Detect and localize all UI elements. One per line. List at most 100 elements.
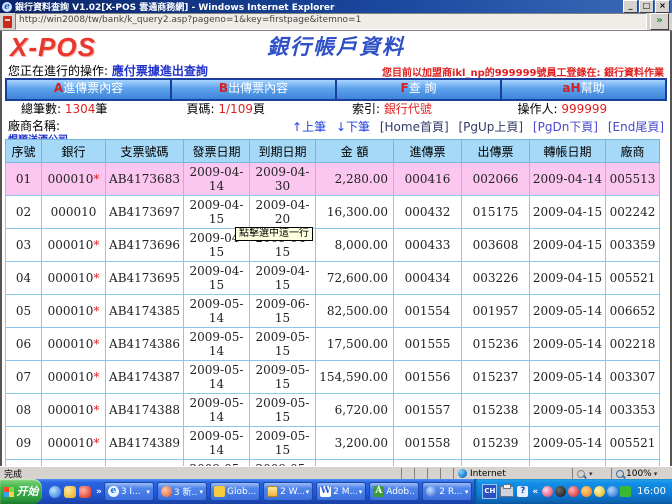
- row-select-tooltip: 點擊選中這一行: [235, 227, 313, 241]
- tab-query[interactable]: F查 詢: [337, 80, 500, 99]
- modified-flag: *: [93, 436, 99, 450]
- cell-seq: 05: [6, 295, 42, 328]
- taskbar-button[interactable]: AAdob...: [369, 482, 419, 501]
- taskbar-clock[interactable]: 16:00: [637, 486, 666, 497]
- cell-due-date: 2009-05-15: [250, 361, 316, 394]
- start-button[interactable]: 开始: [0, 479, 42, 504]
- cell-amount: 2,280.00: [316, 163, 394, 196]
- taskbar-button[interactable]: W2 M...▾: [316, 482, 366, 501]
- cell-vendor: 005521: [606, 427, 660, 460]
- status-panel: [440, 468, 453, 479]
- column-header: 到期日期: [250, 140, 316, 163]
- cell-in-voucher: 001557: [394, 394, 462, 427]
- orange-flame-icon[interactable]: [581, 486, 592, 497]
- taskbar-button[interactable]: Glob...: [210, 482, 260, 501]
- zoom-control[interactable]: 100% ▾: [611, 468, 672, 479]
- taskbar-button[interactable]: e3 I...▾: [104, 482, 154, 501]
- yellow-chat-icon[interactable]: [64, 486, 76, 498]
- record-navigation: ↑上筆 ↓下筆 [Home首頁] [PgUp上頁] [PgDn下頁] [End尾…: [286, 118, 664, 135]
- column-header: 進傳票: [394, 140, 462, 163]
- taskbar-button[interactable]: 3 新...▾: [157, 482, 207, 501]
- cell-transfer-date: 2009-04-14: [530, 163, 606, 196]
- qq-red-icon[interactable]: [568, 486, 579, 497]
- table-row[interactable]: 05000010*AB41743852009-05-142009-06-1582…: [6, 295, 660, 328]
- table-row[interactable]: 09000010*AB41743892009-05-142009-05-153,…: [6, 427, 660, 460]
- language-indicator[interactable]: CH: [482, 484, 497, 499]
- nav-next-record[interactable]: ↓下筆: [336, 120, 370, 134]
- cell-vendor: 005513: [606, 163, 660, 196]
- close-button[interactable]: ×: [655, 0, 670, 13]
- total-suffix: 筆: [95, 102, 107, 116]
- tab-help[interactable]: aH幫助: [502, 80, 665, 99]
- cell-out-voucher: 001957: [462, 295, 530, 328]
- cell-in-voucher: 000434: [394, 262, 462, 295]
- column-header: 廠商: [606, 140, 660, 163]
- printer-icon[interactable]: [500, 486, 514, 497]
- caret-down-icon[interactable]: ▾: [199, 488, 203, 496]
- table-row[interactable]: 01000010*AB41736832009-04-142009-04-302,…: [6, 163, 660, 196]
- yellow-clock-icon[interactable]: [594, 486, 605, 497]
- yellow-chat-icon: [214, 486, 225, 497]
- taskbar: 开始 » e3 I...▾3 新...▾Glob...2 W...▾W2 M..…: [0, 479, 672, 504]
- cell-seq: 07: [6, 361, 42, 394]
- operation-value: 應付票據進出查詢: [112, 64, 208, 78]
- info-bar: 總筆數: 1304筆 頁碼: 1/109頁 索引: 銀行代號 操作人: 9999…: [5, 100, 667, 117]
- red-app-icon[interactable]: [79, 486, 91, 498]
- table-row[interactable]: 04000010*AB41736952009-04-152009-04-1572…: [6, 262, 660, 295]
- cell-bank: 000010: [42, 196, 106, 229]
- table-header-row: 序號銀行支票號碼發票日期到期日期金 額進傳票出傳票轉帳日期廠商: [6, 140, 660, 163]
- cell-seq: 09: [6, 427, 42, 460]
- protected-mode-panel[interactable]: ▾: [572, 468, 611, 479]
- nav-end-page[interactable]: [End尾頁]: [608, 120, 664, 134]
- help-icon[interactable]: ?: [517, 486, 528, 497]
- taskbar-button[interactable]: 2 R...▾: [422, 482, 472, 501]
- nav-home-page[interactable]: [Home首頁]: [380, 120, 449, 134]
- blue-globe-icon[interactable]: [607, 486, 618, 497]
- cell-bank: 000010*: [42, 328, 106, 361]
- cell-due-date: 2009-04-15: [250, 262, 316, 295]
- cell-transfer-date: 2009-04-15: [530, 229, 606, 262]
- taskbar-button[interactable]: 2 W...▾: [263, 482, 313, 501]
- cell-transfer-date: 2009-05-14: [530, 295, 606, 328]
- green-plus-icon[interactable]: [620, 486, 631, 497]
- tray-collapse-icon[interactable]: «: [532, 487, 538, 497]
- modified-flag: *: [93, 370, 99, 384]
- cell-out-voucher: 015175: [462, 196, 530, 229]
- go-button[interactable]: »: [650, 13, 669, 30]
- nav-pgup-page[interactable]: [PgUp上頁]: [458, 120, 523, 134]
- cell-vendor: 003353: [606, 394, 660, 427]
- caret-down-icon[interactable]: ▾: [146, 488, 150, 496]
- table-row[interactable]: 08000010*AB41743882009-05-142009-05-156,…: [6, 394, 660, 427]
- pink-bird-icon[interactable]: [542, 486, 553, 497]
- table-row[interactable]: 07000010*AB41743872009-05-142009-05-1515…: [6, 361, 660, 394]
- tab-out-voucher[interactable]: B出傳票內容: [172, 80, 335, 99]
- table-row[interactable]: 06000010*AB41743862009-05-142009-05-1517…: [6, 328, 660, 361]
- adobe-icon: A: [373, 486, 384, 497]
- modified-flag: *: [93, 172, 99, 186]
- url-input[interactable]: http://win2008/tw/bank/k_query2.asp?page…: [15, 13, 647, 30]
- table-row[interactable]: 02000010AB41736972009-04-152009-04-2016,…: [6, 196, 660, 229]
- caret-down-icon[interactable]: ▾: [306, 488, 310, 496]
- nav-pgdn-page[interactable]: [PgDn下頁]: [533, 120, 598, 134]
- cell-issue-date: 2009-04-14: [184, 163, 250, 196]
- cell-due-date: 2009-04-20: [250, 196, 316, 229]
- tab-in-voucher[interactable]: A進傳票內容: [7, 80, 170, 99]
- cell-check-no: AB4173697: [106, 196, 184, 229]
- modified-flag: *: [93, 271, 99, 285]
- tray-icons: [542, 486, 631, 497]
- cell-check-no: AB4174388: [106, 394, 184, 427]
- cell-out-voucher: 015238: [462, 394, 530, 427]
- page-number: 頁碼: 1/109頁: [171, 100, 337, 117]
- nav-prev-record[interactable]: ↑上筆: [292, 120, 326, 134]
- minimize-button[interactable]: _: [623, 0, 638, 13]
- qq-penguin-icon[interactable]: [555, 486, 566, 497]
- cell-issue-date: 2009-05-14: [184, 361, 250, 394]
- column-header: 金 額: [316, 140, 394, 163]
- caret-down-icon[interactable]: ▾: [359, 488, 363, 496]
- system-tray: CH ? « 16:00: [474, 479, 672, 504]
- caret-down-icon[interactable]: ▾: [465, 488, 469, 496]
- table-row[interactable]: 03000010*AB41736962009-04-152009-04-158,…: [6, 229, 660, 262]
- page-suffix: 頁: [253, 102, 265, 116]
- maximize-button[interactable]: □: [639, 0, 654, 13]
- blue-app-icon[interactable]: [49, 486, 61, 498]
